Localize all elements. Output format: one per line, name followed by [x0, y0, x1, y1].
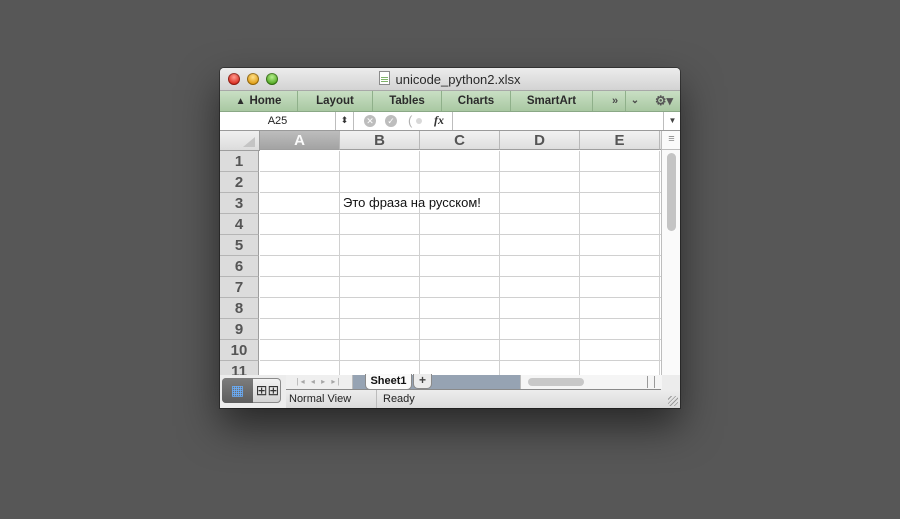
ribbon-tabs: ▲ Home Layout Tables Charts SmartArt » ⌄ … — [220, 91, 680, 112]
row-header-8[interactable]: 8 — [220, 298, 259, 319]
name-box-stepper-icon[interactable]: ⬍ — [336, 112, 354, 130]
more-tabs-icon[interactable]: » — [605, 91, 626, 111]
gridline — [260, 213, 661, 214]
row-header-4[interactable]: 4 — [220, 214, 259, 235]
row-header-9[interactable]: 9 — [220, 319, 259, 340]
name-box[interactable]: A25 — [220, 112, 336, 130]
row-header-6[interactable]: 6 — [220, 256, 259, 277]
gear-icon[interactable]: ⚙▾ — [650, 91, 678, 111]
title-bar: unicode_python2.xlsx — [220, 68, 680, 91]
row-header-11[interactable]: 11 — [220, 361, 259, 375]
gridline — [260, 192, 661, 193]
gridline — [260, 234, 661, 235]
resize-grip-icon[interactable] — [668, 396, 678, 406]
tab-tables[interactable]: Tables — [373, 91, 442, 111]
tab-smartart[interactable]: SmartArt — [511, 91, 593, 111]
row-header-5[interactable]: 5 — [220, 235, 259, 256]
select-all-button[interactable] — [220, 131, 260, 151]
view-switcher: ▦ ⊞⊞ — [222, 378, 281, 403]
row-header-1[interactable]: 1 — [220, 151, 259, 172]
row-header-10[interactable]: 10 — [220, 340, 259, 361]
excel-window: unicode_python2.xlsx ▲ Home Layout Tables… — [220, 68, 680, 408]
cancel-icon[interactable]: ✕ — [364, 115, 376, 127]
row-header-7[interactable]: 7 — [220, 277, 259, 298]
formula-bar: A25 ⬍ ✕ ✓ ( fx ▼ — [220, 112, 680, 131]
fx-icon[interactable]: fx — [434, 113, 444, 128]
vertical-scrollbar[interactable]: ≡ — [661, 131, 680, 375]
collapse-ribbon-icon[interactable]: ⌄ — [626, 91, 644, 111]
sheet-tab-bar: |◂ ◂ ▸ ▸| Sheet1 + — [286, 374, 662, 390]
formula-expand-icon[interactable]: ▼ — [663, 112, 680, 130]
row-header-3[interactable]: 3 — [220, 193, 259, 214]
status-ready: Ready — [383, 393, 415, 405]
row-header-2[interactable]: 2 — [220, 172, 259, 193]
status-view-mode: Normal View — [286, 390, 377, 408]
horizontal-scrollbar[interactable] — [520, 375, 662, 389]
status-bar: Normal View Ready — [286, 390, 680, 408]
formula-builder-paren-icon: ( — [408, 113, 413, 128]
gridline — [260, 297, 661, 298]
gridline — [260, 360, 661, 361]
formula-input[interactable] — [452, 112, 664, 130]
page-layout-view-button[interactable]: ⊞⊞ — [254, 378, 281, 403]
tab-layout[interactable]: Layout — [298, 91, 373, 111]
cell-b3[interactable]: Это фраза на русском! — [343, 195, 481, 210]
tab-home[interactable]: ▲ Home — [220, 91, 298, 111]
spreadsheet-file-icon — [379, 71, 391, 85]
gridline — [499, 151, 500, 375]
split-handle-icon[interactable] — [647, 376, 655, 388]
tab-charts[interactable]: Charts — [442, 91, 511, 111]
horizontal-scroll-thumb[interactable] — [528, 378, 584, 386]
add-sheet-button[interactable]: + — [413, 374, 432, 389]
sheet-tab-sheet1[interactable]: Sheet1 — [365, 374, 412, 390]
spreadsheet-grid[interactable]: A B C D E 1 2 3 4 5 6 7 8 9 10 11 Это фр… — [220, 131, 661, 375]
column-header-a[interactable]: A — [260, 131, 340, 150]
gridline — [659, 151, 660, 375]
split-handle-icon[interactable]: ≡ — [662, 131, 680, 150]
sheet-navigation-arrows-icon[interactable]: |◂ ◂ ▸ ▸| — [286, 375, 353, 389]
formula-builder-icon[interactable] — [416, 118, 422, 124]
enter-check-icon[interactable]: ✓ — [385, 115, 397, 127]
gridline — [579, 151, 580, 375]
gridline — [260, 255, 661, 256]
vertical-scroll-thumb[interactable] — [667, 153, 676, 231]
bottom-bar: ▦ ⊞⊞ |◂ ◂ ▸ ▸| Sheet1 + Normal View Read… — [220, 374, 680, 408]
column-header-c[interactable]: C — [420, 131, 500, 150]
gridline — [260, 171, 661, 172]
window-title-text: unicode_python2.xlsx — [395, 72, 521, 87]
column-header-b[interactable]: B — [340, 131, 420, 150]
normal-view-button[interactable]: ▦ — [222, 378, 253, 403]
column-header-e[interactable]: E — [580, 131, 660, 150]
gridline — [260, 276, 661, 277]
home-icon: ▲ — [235, 96, 246, 107]
gridline — [260, 318, 661, 319]
gridline — [339, 151, 340, 375]
gridline — [419, 151, 420, 375]
column-header-d[interactable]: D — [500, 131, 580, 150]
gridline — [260, 339, 661, 340]
window-title: unicode_python2.xlsx — [220, 71, 680, 87]
